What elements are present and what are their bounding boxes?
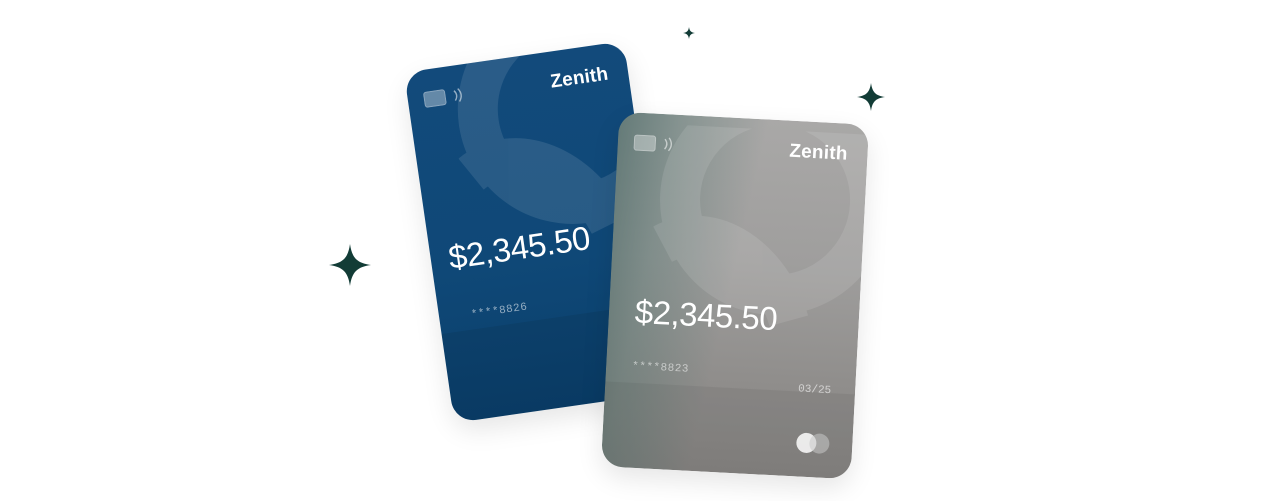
card-balance: $2,345.50 — [634, 292, 779, 338]
card-expiry: 03/25 — [797, 383, 832, 398]
grey-card[interactable]: Zenith $2,345.50 ****8823 03/25 — [600, 111, 870, 480]
contactless-icon — [451, 86, 467, 104]
sparkle-icon — [683, 27, 695, 39]
card-brand: Zenith — [788, 140, 849, 165]
sparkle-icon — [857, 83, 885, 111]
chip-icon — [422, 88, 447, 108]
card-number: ****8823 — [631, 360, 690, 376]
card-network-logo — [795, 432, 831, 455]
card-chip-row — [633, 134, 676, 153]
contactless-icon — [661, 136, 676, 153]
sparkle-icon — [329, 244, 371, 286]
card-illustration: Zenith $2,345.50 ****8826 Zenith $2,345.… — [0, 0, 1280, 501]
chip-icon — [633, 134, 657, 152]
